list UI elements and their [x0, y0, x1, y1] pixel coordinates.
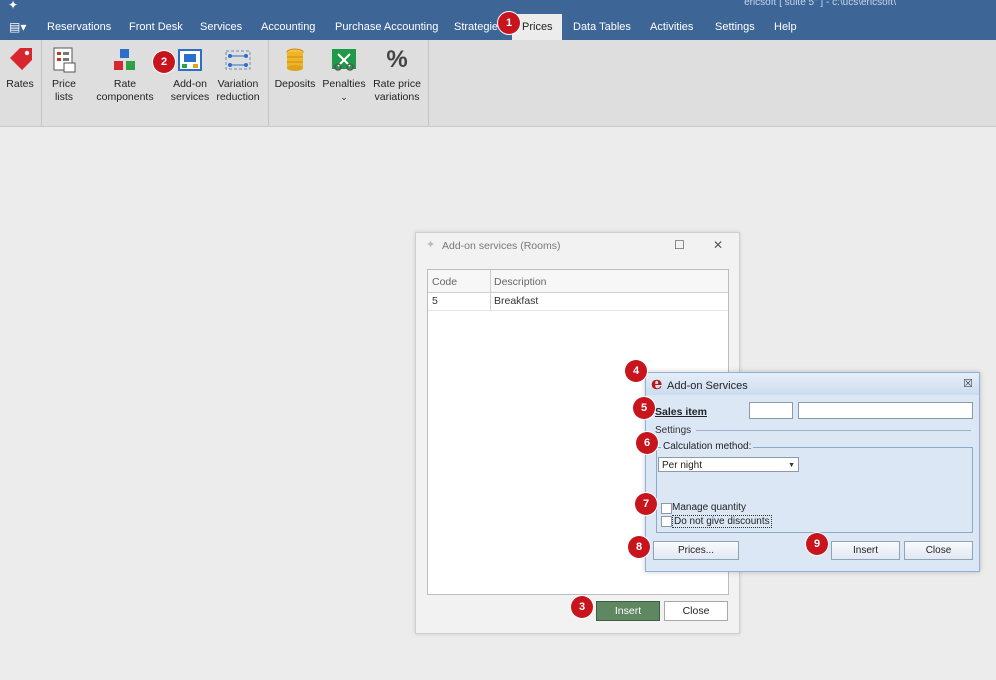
menu-help[interactable]: Help: [774, 14, 797, 40]
variation-reduction-icon: [224, 46, 252, 74]
callout-badge: 8: [628, 536, 650, 558]
app-logo-icon: ✦: [8, 0, 19, 12]
window-title: Add-on services (Rooms): [442, 240, 561, 252]
grid-header: Code Description: [428, 270, 728, 293]
window-icon: ✦: [426, 239, 436, 251]
coins-stack-icon: [281, 46, 309, 74]
no-discounts-checkbox[interactable]: [661, 516, 672, 527]
callout-badge: 9: [806, 533, 828, 555]
rates-button[interactable]: Rates: [5, 46, 35, 91]
penalties-scissors-icon: [330, 46, 358, 74]
menu-reservations[interactable]: Reservations: [47, 14, 111, 40]
callout-badge: 1: [498, 12, 520, 34]
prices-button[interactable]: Prices...: [653, 541, 739, 560]
price-tag-icon: [6, 46, 34, 74]
close-icon[interactable]: ☒: [963, 377, 973, 390]
sales-item-description-input[interactable]: [798, 402, 973, 419]
column-header-code[interactable]: Code: [432, 276, 457, 288]
calculation-method-value: Per night: [662, 460, 703, 471]
price-list-icon: [50, 46, 78, 74]
addon-services-button[interactable]: Add-on services: [170, 46, 210, 104]
percent-icon: %: [386, 46, 408, 73]
addon-services-icon: [176, 46, 204, 74]
settings-label: Settings: [655, 425, 695, 436]
callout-badge: 3: [571, 596, 593, 618]
variation-reduction-button[interactable]: Variation reduction: [215, 46, 261, 104]
callout-badge: 5: [633, 397, 655, 419]
maximize-icon[interactable]: ☐: [674, 238, 685, 252]
row-description: Breakfast: [494, 295, 539, 307]
sales-item-code-input[interactable]: [749, 402, 793, 419]
insert-button[interactable]: Insert: [596, 601, 660, 621]
callout-badge: 4: [625, 360, 647, 382]
dropdown-caret-icon[interactable]: ▼: [788, 458, 795, 473]
sales-item-link[interactable]: Sales item: [655, 406, 707, 418]
menu-activities[interactable]: Activities: [650, 14, 693, 40]
callout-badge: 6: [636, 432, 658, 454]
menu-services[interactable]: Services: [200, 14, 242, 40]
rate-price-variations-button[interactable]: % Rate price variations: [371, 46, 423, 104]
settings-divider: [696, 430, 971, 431]
menu-front-desk[interactable]: Front Desk: [129, 14, 183, 40]
chevron-down-icon[interactable]: ⌄: [340, 92, 348, 102]
ribbon-separator: [268, 40, 269, 126]
title-bar: ✦ ericsoft [ suite 5" ] - c:\ucs\ericsof…: [0, 0, 996, 14]
file-menu-icon[interactable]: ▤▾: [9, 14, 26, 40]
rates-label: Rates: [6, 78, 34, 90]
callout-badge: 7: [635, 493, 657, 515]
penalties-label: Penalties: [322, 78, 366, 90]
close-icon[interactable]: ✕: [713, 238, 723, 252]
insert-button[interactable]: Insert: [831, 541, 900, 560]
ericsoft-logo-icon: e: [651, 373, 663, 394]
ribbon: Rates Price lists Rate components Add-on s…: [0, 40, 996, 127]
callout-badge: 2: [153, 51, 175, 73]
menu-strategies[interactable]: Strategies: [454, 14, 504, 40]
menu-accounting[interactable]: Accounting: [261, 14, 315, 40]
calculation-method-select[interactable]: Per night ▼: [658, 457, 799, 472]
deposits-button[interactable]: Deposits: [274, 46, 316, 91]
ribbon-separator: [428, 40, 429, 126]
rate-price-variations-label: Rate price variations: [373, 78, 421, 103]
price-lists-label: Price lists: [52, 78, 76, 103]
manage-quantity-label: Manage quantity: [672, 502, 746, 513]
addon-services-label: Add-on services: [170, 78, 210, 103]
close-button[interactable]: Close: [664, 601, 728, 621]
menu-purchase-accounting[interactable]: Purchase Accounting: [335, 14, 438, 40]
rate-components-label: Rate components: [96, 78, 154, 103]
table-row[interactable]: 5 Breakfast: [428, 292, 728, 311]
close-button[interactable]: Close: [904, 541, 973, 560]
variation-reduction-label: Variation reduction: [216, 78, 260, 103]
menu-prices[interactable]: Prices: [512, 14, 562, 40]
column-header-description[interactable]: Description: [494, 276, 547, 288]
dialog-title: Add-on Services: [667, 380, 748, 392]
deposits-label: Deposits: [274, 78, 316, 90]
dialog-header: e Add-on Services ☒: [646, 373, 979, 395]
ribbon-separator: [41, 40, 42, 126]
no-discounts-label: Do not give discounts: [672, 515, 772, 528]
window-title: ericsoft [ suite 5" ] - c:\ucs\ericsoft\: [744, 0, 896, 8]
row-code: 5: [432, 295, 438, 307]
components-blocks-icon: [111, 46, 139, 74]
rate-components-button[interactable]: Rate components: [85, 46, 165, 104]
menu-data-tables[interactable]: Data Tables: [573, 14, 631, 40]
calculation-method-label: Calculation method:: [661, 441, 754, 452]
manage-quantity-checkbox[interactable]: [661, 503, 672, 514]
penalties-button[interactable]: Penalties ⌄: [321, 46, 367, 104]
price-lists-button[interactable]: Price lists: [47, 46, 81, 104]
menu-settings[interactable]: Settings: [715, 14, 755, 40]
